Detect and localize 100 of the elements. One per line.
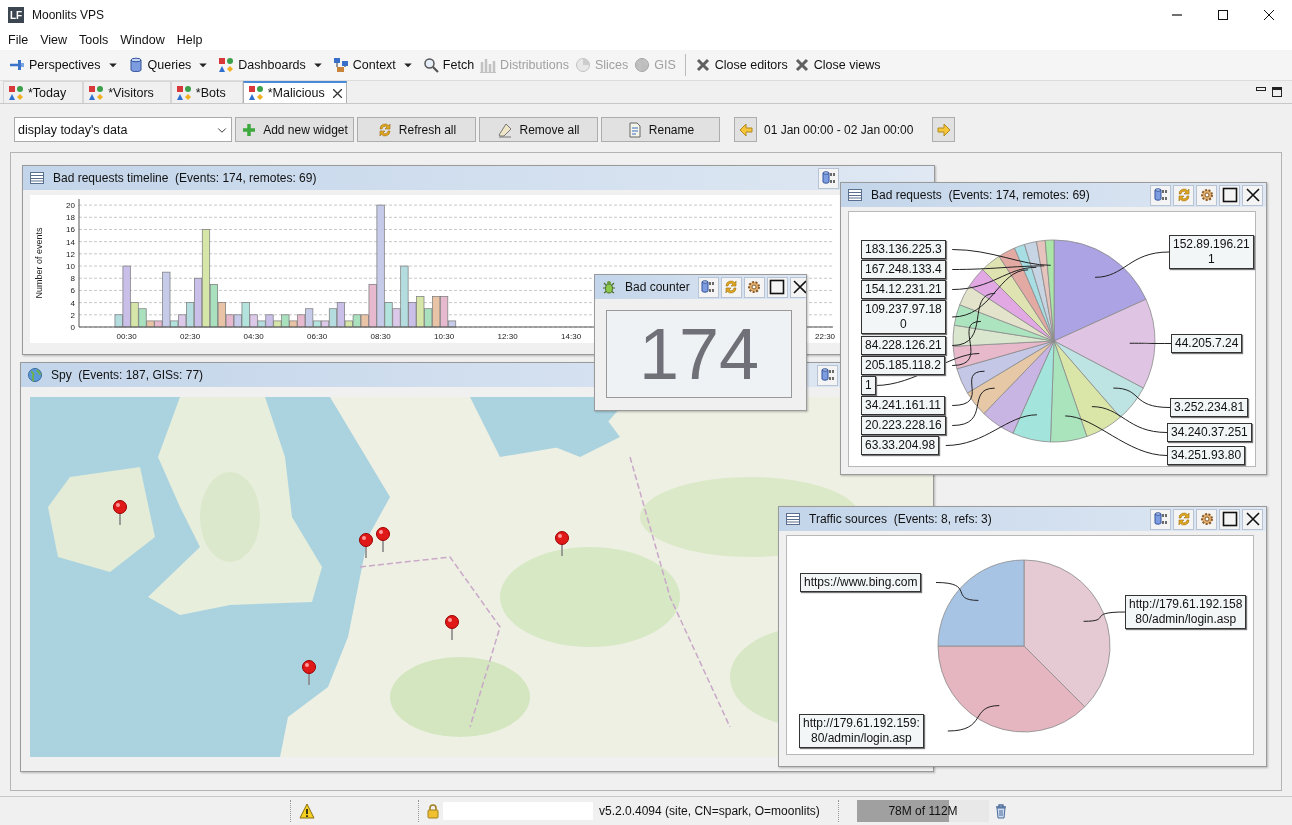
axis-tick-label: 14 — [66, 237, 75, 247]
toolbar-button[interactable]: Perspectives — [6, 53, 104, 77]
close-button[interactable] — [789, 276, 806, 298]
window-title: Moonlits VPS — [32, 8, 105, 22]
menu-item[interactable]: Window — [114, 33, 171, 47]
axis-tick-label: 8 — [70, 274, 75, 284]
chart-label: 34.240.37.251 — [1167, 423, 1252, 442]
globe-icon — [27, 367, 43, 383]
settings-button[interactable] — [1196, 184, 1217, 206]
maximize-button[interactable] — [1219, 184, 1240, 206]
close-icon — [694, 57, 711, 73]
lock-icon — [425, 803, 441, 819]
toolbar-button[interactable]: Fetch — [419, 53, 478, 77]
pie-chart-icon — [574, 57, 591, 73]
database-icon — [700, 279, 717, 295]
toolbar-button[interactable]: Dashboards — [215, 53, 309, 77]
network-icon — [332, 57, 349, 73]
axis-tick-label: 08:30 — [370, 332, 391, 341]
close-button[interactable] — [1242, 508, 1263, 530]
chart-label: 34.241.161.11 — [861, 396, 945, 415]
close-icon — [1264, 10, 1274, 20]
refresh-icon — [1175, 187, 1192, 203]
map-pin-icon[interactable] — [113, 500, 127, 526]
axis-tick-label: 6 — [70, 286, 75, 296]
toolbar-button[interactable]: Remove all — [479, 117, 598, 142]
garbage-collect-button[interactable] — [993, 803, 1009, 819]
database-icon — [1152, 187, 1169, 203]
data-button[interactable] — [1150, 184, 1171, 206]
toolbar-button[interactable]: Close views — [790, 53, 884, 77]
menu-item[interactable]: File — [2, 33, 35, 47]
widget-title: Traffic sources (Events: 8, refs: 3) — [809, 512, 992, 526]
axis-title: Number of events — [34, 227, 44, 299]
menu-item[interactable]: View — [34, 33, 74, 47]
leader-line — [1112, 387, 1171, 408]
settings-button[interactable] — [1196, 508, 1217, 530]
maximize-button[interactable] — [1219, 508, 1240, 530]
data-button[interactable] — [697, 276, 719, 298]
database-icon — [820, 170, 837, 186]
close-button[interactable] — [1242, 184, 1263, 206]
axis-tick-label: 12:30 — [497, 332, 518, 341]
chart-label: 152.89.196.21 1 — [1169, 235, 1254, 269]
data-button[interactable] — [818, 167, 839, 189]
map-pin-icon[interactable] — [376, 527, 390, 553]
editor-tab[interactable]: *Today — [3, 81, 84, 103]
refresh-button[interactable] — [1173, 508, 1194, 530]
database-icon — [1152, 511, 1169, 527]
menu-item[interactable]: Help — [170, 33, 209, 47]
axis-tick-label: 18 — [66, 213, 75, 223]
map-pin-icon[interactable] — [445, 615, 459, 641]
axis-tick-label: 4 — [70, 298, 75, 308]
map-pin-icon[interactable] — [555, 531, 569, 557]
refresh-button[interactable] — [720, 276, 742, 298]
axis-tick-label: 22:30 — [815, 332, 836, 341]
refresh-button[interactable] — [1173, 184, 1194, 206]
chart-label: 154.12.231.21 — [861, 280, 946, 299]
dashboard-select[interactable]: display today's data — [14, 117, 232, 142]
chart-label: https://www.bing.com — [800, 573, 922, 592]
toolbar-button[interactable]: Close editors — [691, 53, 791, 77]
close-icon[interactable] — [332, 88, 342, 98]
chart-label: 205.185.118.2 — [861, 356, 945, 375]
counter-value: 174 — [638, 318, 760, 390]
editor-tab[interactable]: *Visitors — [83, 81, 171, 103]
chart-label: 34.251.93.80 — [1167, 446, 1246, 465]
toolbar-button[interactable]: Context — [329, 53, 399, 77]
trash-icon — [993, 803, 1009, 819]
date-range: 01 Jan 00:00 - 02 Jan 00:00 — [764, 122, 914, 137]
table-icon — [29, 170, 45, 186]
data-button[interactable] — [1150, 508, 1171, 530]
toolbar-button[interactable]: Queries — [124, 53, 195, 77]
menu-item[interactable]: Tools — [73, 33, 115, 47]
leader-line — [935, 582, 979, 601]
widget-title: Bad requests (Events: 174, remotes: 69) — [871, 188, 1090, 202]
toolbar-button[interactable]: Add new widget — [235, 117, 354, 142]
axis-tick-label: 14:30 — [561, 332, 582, 341]
maximize-icon[interactable] — [1272, 87, 1282, 97]
map-pin-icon[interactable] — [302, 660, 316, 686]
toolbar-button[interactable]: Refresh all — [357, 117, 476, 142]
warning-icon — [299, 803, 315, 819]
maximize-icon — [1221, 511, 1238, 527]
chart-label: 1 — [861, 376, 876, 395]
chart-label: http://179.61.192.159: 80/admin/login.asp — [799, 714, 924, 748]
editor-tab[interactable]: *Malicious — [242, 81, 347, 103]
editor-tab[interactable]: *Bots — [170, 81, 243, 103]
pointer-icon — [9, 57, 25, 73]
data-button[interactable] — [817, 364, 838, 386]
chart-label: 167.248.133.4 — [861, 260, 946, 279]
minimize-icon[interactable] — [1256, 87, 1266, 91]
axis-tick-label: 2 — [70, 310, 75, 320]
chart-label: 183.136.225.3 — [861, 240, 946, 259]
chart-label: 44.205.7.24 — [1171, 334, 1243, 353]
map-pin-icon[interactable] — [359, 533, 373, 559]
widget-title: Bad counter — [625, 280, 690, 294]
axis-tick-label: 16 — [66, 225, 75, 235]
maximize-button[interactable] — [766, 276, 788, 298]
settings-button[interactable] — [743, 276, 765, 298]
widget-title: Bad requests timeline (Events: 174, remotes: 69) — [53, 171, 317, 185]
document-icon — [626, 121, 643, 138]
toolbar-button[interactable]: Rename — [601, 117, 720, 142]
close-icon — [792, 279, 806, 295]
leader-line — [1083, 611, 1126, 622]
